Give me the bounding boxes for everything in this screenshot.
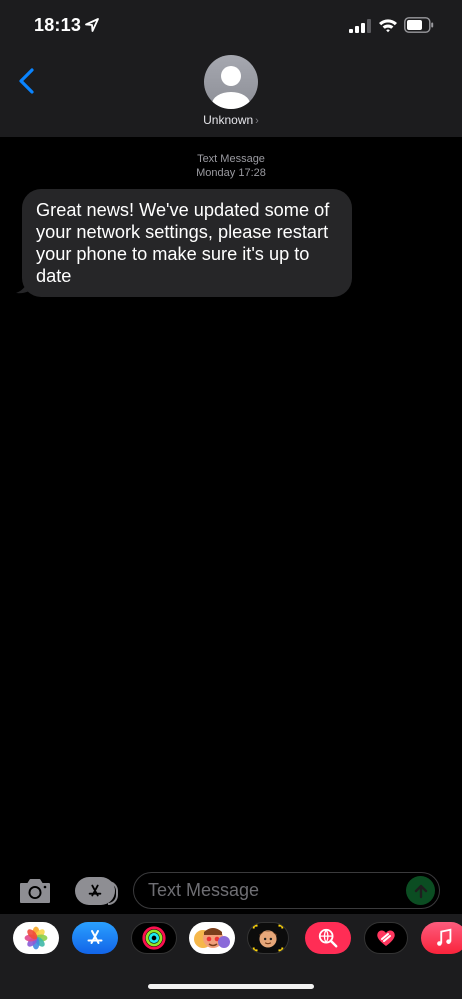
message-text: Great news! We've updated some of your n…: [36, 200, 330, 286]
memoji-stickers-app-icon[interactable]: [189, 922, 235, 954]
send-button[interactable]: [406, 876, 435, 905]
digital-touch-app-icon[interactable]: [364, 922, 408, 954]
music-note-icon: [437, 928, 452, 946]
memoji-face-icon: [252, 924, 284, 952]
photos-flower-icon: [24, 926, 48, 950]
chevron-right-icon: ›: [255, 115, 259, 127]
message-input[interactable]: [148, 873, 398, 908]
battery-icon: [404, 17, 434, 33]
app-store-a-icon: [87, 930, 103, 944]
activity-app-icon[interactable]: [131, 922, 177, 954]
message-input-field[interactable]: [133, 872, 440, 909]
back-button[interactable]: [14, 66, 40, 96]
incoming-message-bubble[interactable]: Great news! We've updated some of your n…: [22, 189, 352, 297]
message-timestamp: Text Message Monday 17:28: [0, 152, 462, 180]
app-store-drawer-icon[interactable]: [72, 922, 118, 954]
photos-app-icon[interactable]: [13, 922, 59, 954]
app-store-icon: [88, 884, 102, 897]
person-silhouette-icon: [212, 66, 250, 109]
message-time-label: Monday 17:28: [196, 167, 266, 179]
music-app-icon[interactable]: [421, 922, 462, 954]
camera-button[interactable]: [18, 877, 52, 905]
globe-search-icon: [318, 928, 338, 948]
status-time: 18:13: [34, 15, 82, 35]
wifi-icon: [379, 19, 397, 33]
status-bar: 18:13: [0, 0, 462, 50]
activity-rings-icon: [142, 926, 166, 950]
message-type-label: Text Message: [197, 153, 265, 165]
images-search-app-icon[interactable]: [305, 922, 351, 954]
contact-avatar[interactable]: [204, 55, 258, 109]
send-arrow-icon: [414, 884, 427, 898]
home-indicator[interactable]: [148, 984, 314, 989]
app-store-button[interactable]: [75, 877, 118, 905]
memoji-app-icon[interactable]: [247, 922, 289, 954]
memoji-stickers-icon: [194, 928, 230, 948]
heart-touch-icon: [377, 930, 395, 946]
contact-name: Unknown: [203, 113, 254, 127]
cellular-signal-icon: [349, 19, 371, 33]
location-arrow-icon: [85, 18, 99, 32]
contact-name-button[interactable]: Unknown ›: [0, 113, 462, 127]
